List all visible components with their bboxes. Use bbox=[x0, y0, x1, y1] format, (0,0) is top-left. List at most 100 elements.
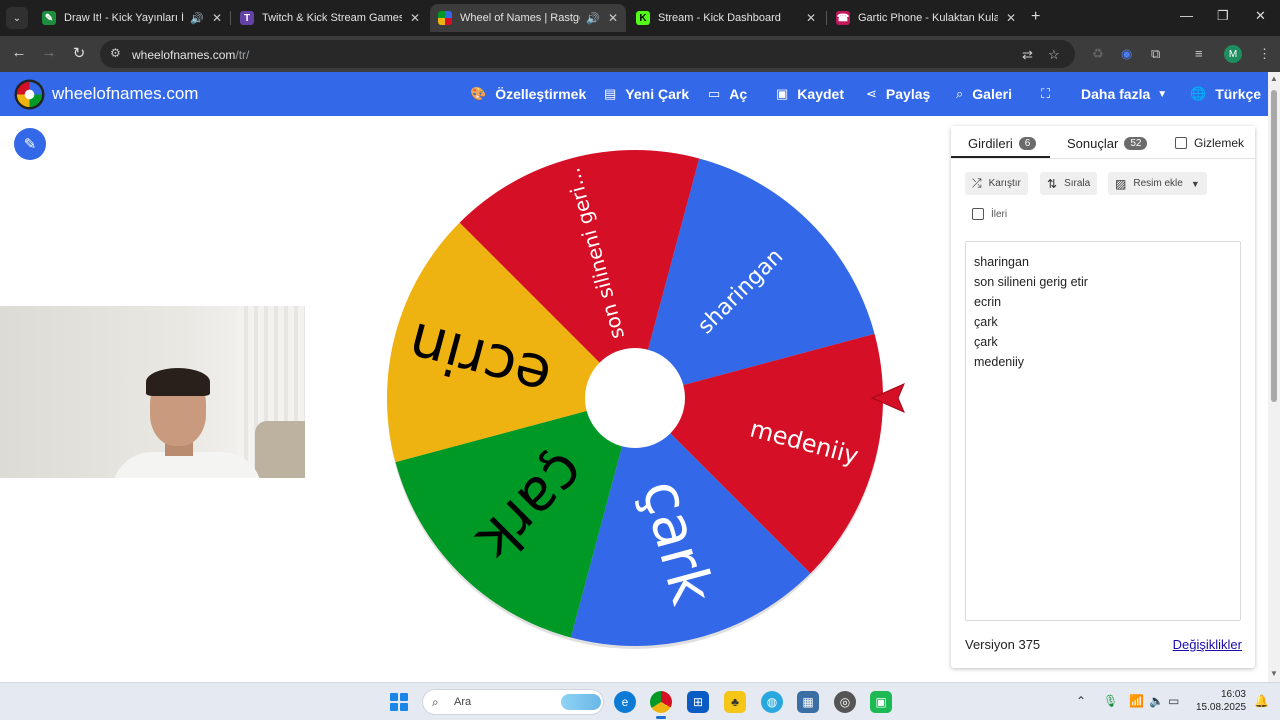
new-tab-plus-icon[interactable]: + bbox=[1031, 8, 1040, 26]
fullscreen-button[interactable]: ⛶ bbox=[1041, 86, 1059, 102]
checkbox-icon[interactable] bbox=[972, 208, 984, 220]
extensions-puzzle-icon[interactable]: ⧉ bbox=[1151, 46, 1160, 62]
entries-textarea[interactable]: sharingan son silineni gerig etir ecrin … bbox=[965, 241, 1241, 621]
clock-time: 16:03 bbox=[1220, 689, 1246, 700]
shuffle-button[interactable]: ⤮ Karıştır bbox=[965, 172, 1028, 195]
tab-results[interactable]: Sonuçlar 52 bbox=[1067, 136, 1148, 151]
forward-arrow-icon[interactable]: → bbox=[39, 44, 59, 61]
image-icon: ▨ bbox=[1115, 176, 1127, 191]
profile-avatar[interactable]: M bbox=[1224, 45, 1242, 63]
minimize-icon[interactable]: — bbox=[1180, 8, 1193, 23]
edge-icon[interactable]: e bbox=[614, 691, 636, 713]
edit-pencil-button[interactable]: ✎ bbox=[14, 128, 46, 160]
wifi-icon[interactable]: 📶 bbox=[1129, 694, 1144, 708]
tab-results-label: Sonuçlar bbox=[1067, 136, 1119, 151]
caret-down-icon: ▼ bbox=[1190, 178, 1200, 189]
advanced-checkbox[interactable]: İleri bbox=[972, 208, 1007, 220]
gallery-button[interactable]: ⌕ Galeri bbox=[956, 86, 1012, 102]
wheel[interactable]: sharingan medeniiy çark çark ecrin son siline… bbox=[385, 148, 885, 649]
document-icon: ▤ bbox=[604, 86, 617, 101]
taskbar-search[interactable]: ⌕ Ara bbox=[422, 689, 604, 715]
reload-icon[interactable]: ↻ bbox=[69, 44, 89, 62]
back-arrow-icon[interactable]: ← bbox=[9, 44, 29, 61]
notification-bell-icon[interactable]: 🔔 bbox=[1254, 694, 1269, 708]
chrome-icon[interactable] bbox=[650, 691, 672, 719]
extension-recycle-icon[interactable]: ♻ bbox=[1092, 46, 1104, 62]
scroll-down-arrow-icon[interactable]: ▼ bbox=[1270, 669, 1278, 678]
globe-icon: 🌐 bbox=[1190, 86, 1207, 101]
media-controls-icon[interactable]: ≡ bbox=[1195, 46, 1203, 61]
close-tab-icon[interactable]: ✕ bbox=[212, 11, 222, 25]
close-tab-icon[interactable]: ✕ bbox=[806, 11, 816, 25]
tab-title: Gartic Phone - Kulaktan Kulağa bbox=[858, 12, 998, 24]
system-clock[interactable]: 16:03 15.08.2025 bbox=[1196, 688, 1246, 714]
add-image-button[interactable]: ▨ Resim ekle ▼ bbox=[1108, 172, 1207, 195]
tab-entries[interactable]: Girdileri 6 bbox=[968, 136, 1037, 151]
tab-title: Draw It! - Kick Yayınları İçin bbox=[64, 12, 185, 24]
draw-it-favicon-icon: ✎ bbox=[42, 11, 56, 25]
tab-search-chevron-icon[interactable]: ⌄ bbox=[6, 7, 28, 29]
changes-link[interactable]: Değişiklikler bbox=[1173, 637, 1242, 652]
close-tab-icon[interactable]: ✕ bbox=[1006, 11, 1016, 25]
scrollbar-thumb[interactable] bbox=[1271, 90, 1277, 402]
tray-expand-icon[interactable]: ⌃ bbox=[1076, 694, 1086, 708]
folder-icon: ▭ bbox=[708, 86, 721, 101]
close-tab-icon[interactable]: ✕ bbox=[410, 11, 420, 25]
address-bar[interactable]: ⚙ wheelofnames.com/tr/ ⇄ ☆ bbox=[100, 40, 1075, 68]
restore-icon[interactable]: ❐ bbox=[1217, 8, 1229, 24]
new-wheel-button[interactable]: ▤ Yeni Çark bbox=[604, 86, 689, 102]
browser-tab-kick-dashboard[interactable]: K Stream - Kick Dashboard ✕ bbox=[628, 4, 824, 32]
windows-start-icon[interactable] bbox=[390, 693, 408, 711]
language-label: Türkçe bbox=[1215, 86, 1262, 102]
browser-menu-icon[interactable]: ⋮ bbox=[1258, 46, 1271, 62]
bookmark-star-icon[interactable]: ☆ bbox=[1048, 47, 1060, 63]
browser-tab-draw-it[interactable]: ✎ Draw It! - Kick Yayınları İçin 🔊 ✕ bbox=[34, 4, 230, 32]
extension-shield-icon[interactable]: ◉ bbox=[1121, 46, 1132, 62]
open-button[interactable]: ▭ Aç bbox=[708, 86, 747, 102]
save-button[interactable]: ▣ Kaydet bbox=[776, 86, 844, 102]
customize-button[interactable]: 🎨 Özelleştirmek bbox=[470, 86, 586, 102]
wheel-center-hub[interactable] bbox=[585, 348, 685, 448]
advanced-label: İleri bbox=[991, 208, 1008, 220]
webcam-person-hair bbox=[146, 368, 210, 396]
scroll-up-arrow-icon[interactable]: ▲ bbox=[1270, 74, 1278, 83]
browser-toolbar: ← → ↻ ⚙ wheelofnames.com/tr/ ⇄ ☆ ♻ ◉ ⧉ ≡… bbox=[0, 36, 1280, 72]
page-scrollbar[interactable]: ▲ ▼ bbox=[1268, 72, 1280, 682]
hide-checkbox[interactable]: Gizlemek bbox=[1175, 136, 1244, 150]
calculator-icon[interactable]: ▦ bbox=[797, 691, 819, 713]
sort-button[interactable]: ⇅ Sırala bbox=[1040, 172, 1098, 195]
microphone-icon[interactable]: 🎙 bbox=[1103, 694, 1118, 708]
tab-title: Stream - Kick Dashboard bbox=[658, 12, 781, 24]
media-app-icon[interactable]: ▣ bbox=[870, 691, 892, 713]
language-button[interactable]: 🌐 Türkçe bbox=[1190, 86, 1261, 102]
wheelofnames-logo-icon[interactable] bbox=[14, 79, 45, 110]
share-button[interactable]: ⋖ Paylaş bbox=[866, 86, 930, 102]
more-label: Daha fazla bbox=[1081, 86, 1151, 102]
browser-tab-wheel-of-names[interactable]: Wheel of Names | Rastgele 🔊 ✕ bbox=[430, 4, 626, 32]
search-placeholder: Ara bbox=[454, 696, 472, 708]
checkbox-icon[interactable] bbox=[1175, 137, 1187, 149]
game-icon[interactable]: ♣ bbox=[724, 691, 746, 713]
browser-tab-stream-games[interactable]: T Twitch & Kick Stream Games ✕ bbox=[232, 4, 428, 32]
globe-app-icon[interactable]: ◍ bbox=[761, 691, 783, 713]
translate-icon[interactable]: ⇄ bbox=[1022, 47, 1033, 63]
volume-icon[interactable]: 🔈 bbox=[1149, 694, 1164, 708]
wheel-graphic[interactable]: sharinganmedeniiyçarkçarkecrinson siline… bbox=[385, 148, 885, 649]
audio-playing-icon[interactable]: 🔊 bbox=[586, 12, 600, 25]
browser-tab-gartic-phone[interactable]: ☎ Gartic Phone - Kulaktan Kulağa ✕ bbox=[828, 4, 1024, 32]
url-text[interactable]: wheelofnames.com/tr/ bbox=[132, 48, 249, 62]
tab-separator bbox=[230, 11, 231, 25]
site-brand[interactable]: wheelofnames.com bbox=[52, 84, 198, 104]
window-close-icon[interactable]: ✕ bbox=[1255, 8, 1266, 24]
battery-icon[interactable]: ▭ bbox=[1168, 694, 1179, 708]
close-tab-icon[interactable]: ✕ bbox=[608, 11, 618, 25]
entry-line: ecrin bbox=[974, 295, 1002, 309]
obs-icon[interactable]: ◎ bbox=[834, 691, 856, 713]
store-icon[interactable]: ⊞ bbox=[687, 691, 709, 713]
audio-playing-icon[interactable]: 🔊 bbox=[190, 12, 204, 25]
entry-line: medeniiy bbox=[974, 355, 1025, 369]
new-wheel-label: Yeni Çark bbox=[625, 86, 690, 102]
more-menu-button[interactable]: Daha fazla ▼ bbox=[1081, 86, 1167, 102]
site-info-icon[interactable]: ⚙ bbox=[110, 46, 121, 60]
shuffle-label: Karıştır bbox=[988, 178, 1021, 189]
